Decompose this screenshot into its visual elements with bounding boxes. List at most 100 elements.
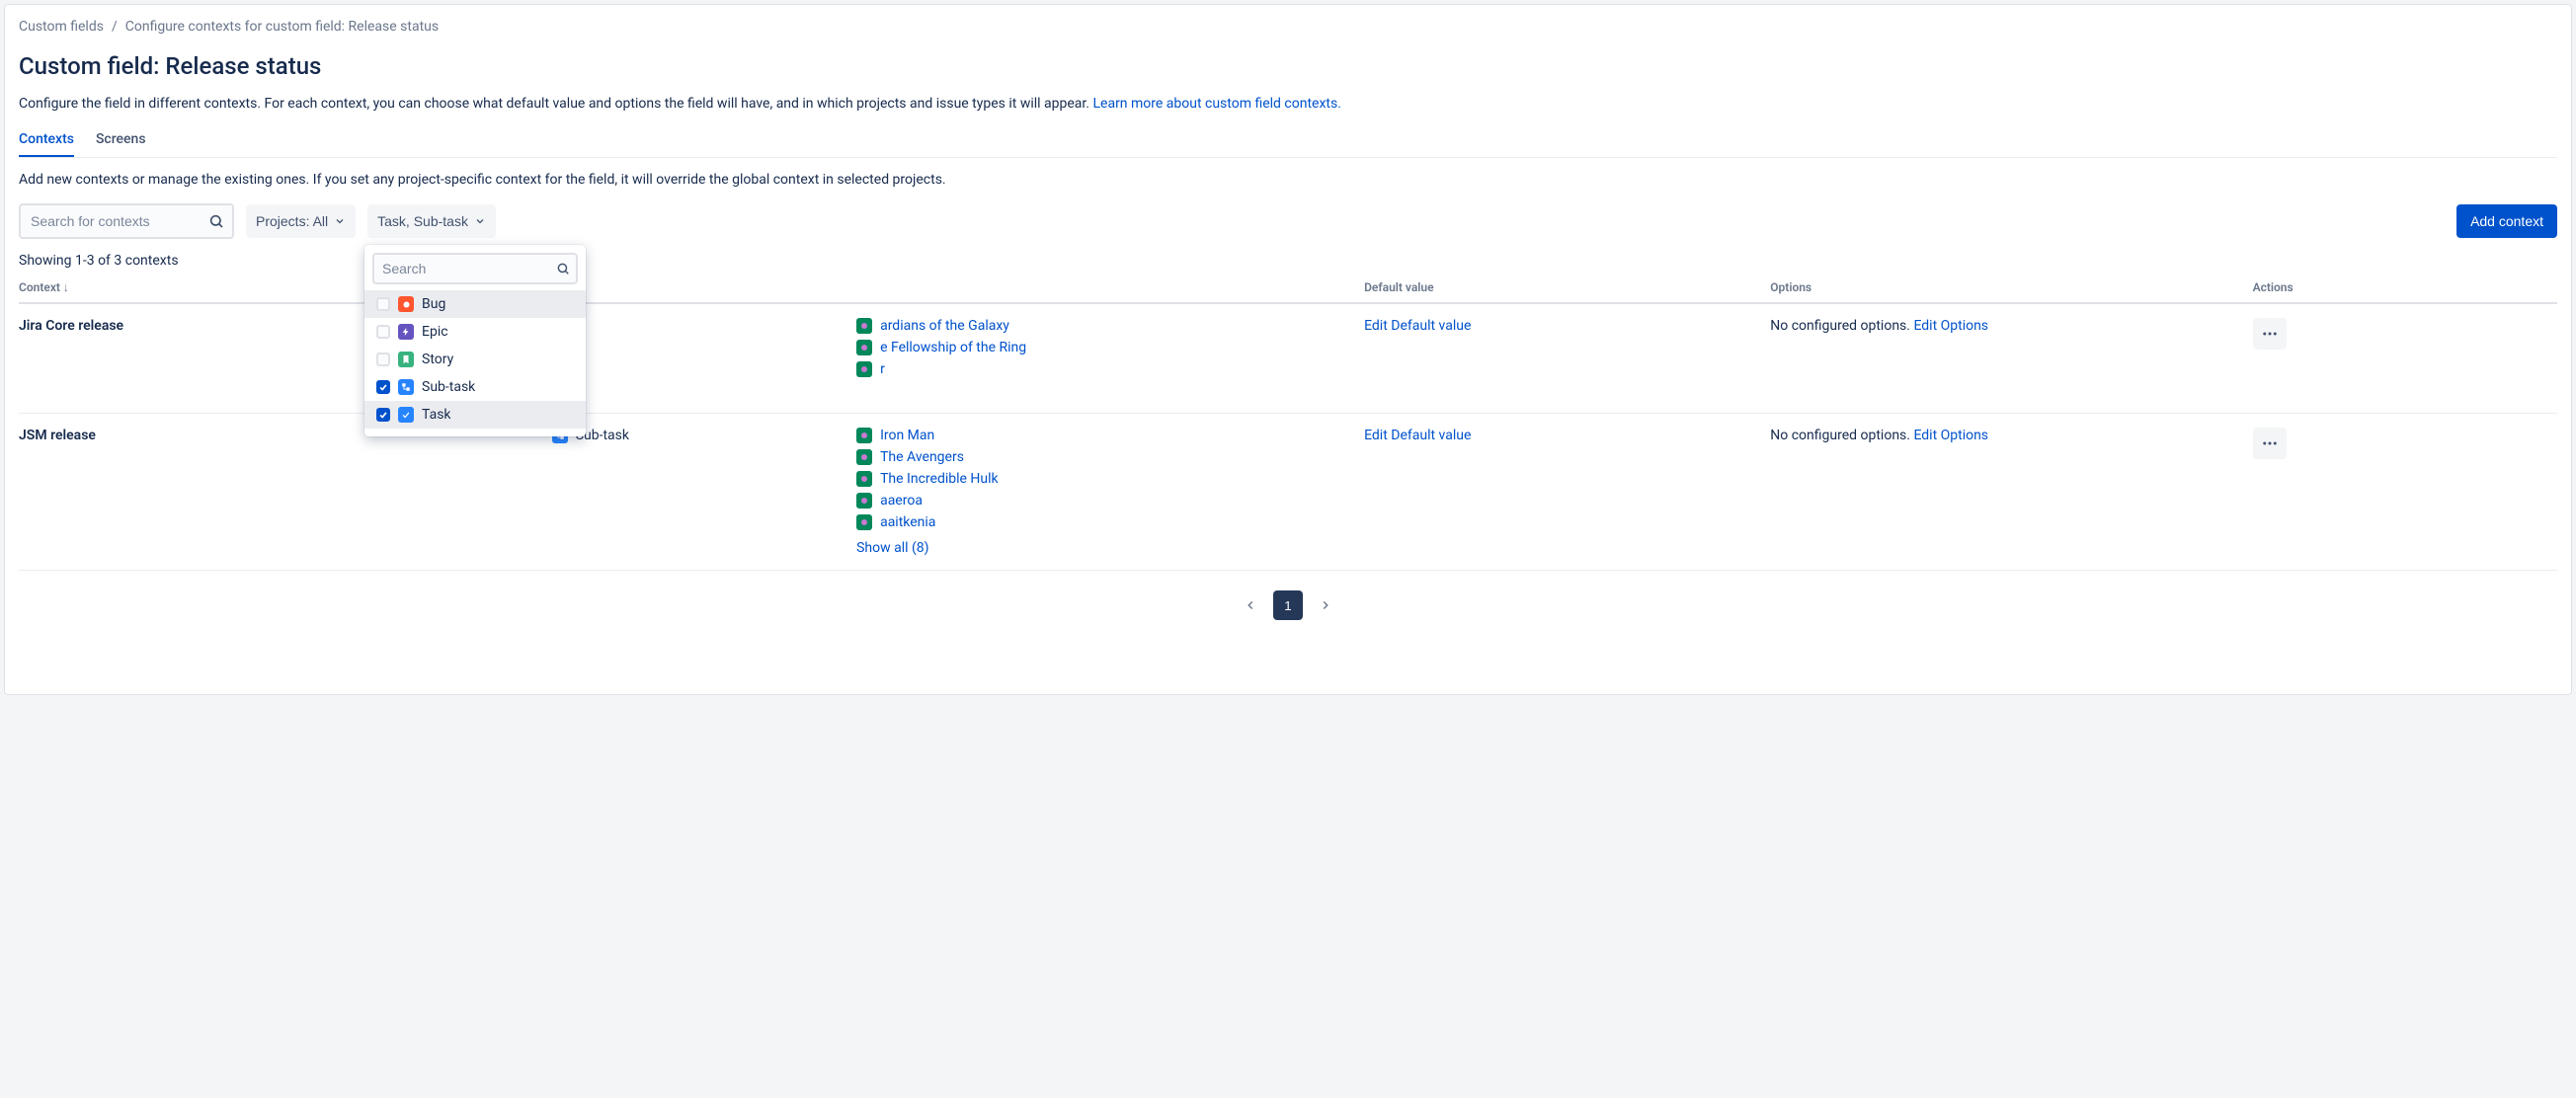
default-value-cell: Edit Default value: [1364, 303, 1770, 414]
project-link[interactable]: The Avengers: [880, 449, 964, 465]
actions-cell: [2253, 414, 2557, 571]
project-avatar-icon: [856, 318, 872, 334]
chevron-down-icon: [334, 215, 346, 227]
search-icon: [208, 213, 224, 229]
project-item: aaeroa: [856, 493, 1356, 509]
context-name: JSM release: [19, 414, 552, 571]
project-link[interactable]: ardians of the Galaxy: [880, 318, 1009, 334]
col-default-header[interactable]: Default value: [1364, 273, 1770, 303]
chevron-left-icon: [1244, 598, 1257, 612]
project-link[interactable]: aaeroa: [880, 493, 923, 509]
checkbox[interactable]: [376, 408, 390, 422]
project-item: The Avengers: [856, 449, 1356, 465]
project-link[interactable]: aaitkenia: [880, 514, 935, 530]
table-row: JSM releaseSub-task Iron Man The Avengers T…: [19, 414, 2557, 571]
issue-types-cell: Sub-task: [552, 414, 856, 571]
projects-cell: Iron Man The Avengers The Incredible Hulk a…: [856, 414, 1364, 571]
breadcrumb: Custom fields / Configure contexts for c…: [19, 19, 2557, 35]
breadcrumb-separator: /: [112, 19, 118, 35]
story-icon: [398, 352, 414, 367]
dropdown-item-label: Task: [422, 407, 451, 423]
col-issuetypes-header[interactable]: Is: [552, 273, 856, 303]
projects-filter-label: Projects: All: [256, 213, 328, 229]
project-avatar-icon: [856, 428, 872, 443]
issue-type-item: [552, 340, 848, 355]
project-avatar-icon: [856, 493, 872, 509]
checkbox[interactable]: [376, 297, 390, 311]
dropdown-item-label: Sub-task: [422, 379, 475, 395]
search-contexts-input[interactable]: [21, 213, 232, 229]
tab-screens[interactable]: Screens: [96, 125, 146, 157]
dropdown-item-label: Epic: [422, 324, 448, 340]
default-value-cell: Edit Default value: [1364, 414, 1770, 571]
pagination-next-button[interactable]: [1311, 590, 1340, 620]
learn-more-link[interactable]: Learn more about custom field contexts.: [1092, 96, 1340, 112]
show-all-link[interactable]: Show all (8): [856, 540, 1356, 556]
issuetypes-filter-button[interactable]: Task, Sub-task: [367, 204, 496, 238]
bug-icon: [398, 296, 414, 312]
epic-icon: [398, 324, 414, 340]
project-item: aaitkenia: [856, 514, 1356, 530]
project-avatar-icon: [856, 514, 872, 530]
project-item: r: [856, 361, 1356, 377]
dropdown-item-label: Bug: [422, 296, 445, 312]
project-avatar-icon: [856, 340, 872, 355]
tabs: Contexts Screens: [19, 125, 2557, 158]
dropdown-search-input[interactable]: [374, 261, 576, 276]
issue-type-item: [552, 318, 848, 334]
edit-default-value-link[interactable]: Edit Default value: [1364, 428, 1471, 443]
subtask-icon: [398, 379, 414, 395]
project-item: e Fellowship of the Ring: [856, 340, 1356, 355]
issue-type-item: [552, 361, 848, 377]
options-text: No configured options.: [1770, 428, 1913, 443]
col-options-header[interactable]: Options: [1770, 273, 2252, 303]
projects-filter-button[interactable]: Projects: All: [246, 204, 356, 238]
toolbar: Projects: All Task, Sub-task Add context…: [19, 203, 2557, 239]
row-actions-button[interactable]: [2253, 318, 2287, 350]
pagination-page-1[interactable]: 1: [1273, 590, 1303, 620]
edit-options-link[interactable]: Edit Options: [1913, 428, 1988, 443]
search-contexts-wrap: [19, 203, 234, 239]
more-icon: [2261, 434, 2279, 452]
dropdown-item-label: Story: [422, 352, 453, 367]
checkbox[interactable]: [376, 325, 390, 339]
add-context-button[interactable]: Add context: [2456, 204, 2557, 238]
dropdown-item-task[interactable]: Task: [364, 401, 586, 429]
chevron-right-icon: [1319, 598, 1332, 612]
dropdown-item-epic[interactable]: Epic: [364, 318, 586, 346]
project-link[interactable]: e Fellowship of the Ring: [880, 340, 1026, 355]
project-avatar-icon: [856, 471, 872, 487]
project-link[interactable]: Iron Man: [880, 428, 934, 443]
col-actions-header: Actions: [2253, 273, 2557, 303]
more-icon: [2261, 325, 2279, 343]
projects-cell: ardians of the Galaxy e Fellowship of the…: [856, 303, 1364, 414]
row-actions-button[interactable]: [2253, 428, 2287, 459]
options-cell: No configured options. Edit Options: [1770, 303, 2252, 414]
project-item: Iron Man: [856, 428, 1356, 443]
checkbox[interactable]: [376, 353, 390, 366]
edit-options-link[interactable]: Edit Options: [1913, 318, 1988, 334]
issue-types-cell: [552, 303, 856, 414]
task-icon: [398, 407, 414, 423]
project-link[interactable]: r: [880, 361, 885, 377]
project-item: ardians of the Galaxy: [856, 318, 1356, 334]
tab-contexts[interactable]: Contexts: [19, 125, 74, 157]
dropdown-item-bug[interactable]: Bug: [364, 290, 586, 318]
project-item: The Incredible Hulk: [856, 471, 1356, 487]
dropdown-item-story[interactable]: Story: [364, 346, 586, 373]
issuetypes-filter-label: Task, Sub-task: [377, 213, 468, 229]
project-link[interactable]: The Incredible Hulk: [880, 471, 999, 487]
col-projects-header[interactable]: [856, 273, 1364, 303]
edit-default-value-link[interactable]: Edit Default value: [1364, 318, 1471, 334]
project-avatar-icon: [856, 449, 872, 465]
breadcrumb-current: Configure contexts for custom field: Rel…: [125, 19, 439, 35]
page-description: Configure the field in different context…: [19, 96, 2557, 112]
issuetypes-dropdown: Bug Epic Story Sub-task Task: [364, 245, 586, 436]
breadcrumb-root-link[interactable]: Custom fields: [19, 19, 104, 35]
pagination-prev-button[interactable]: [1236, 590, 1265, 620]
description-text: Configure the field in different context…: [19, 96, 1092, 112]
checkbox[interactable]: [376, 380, 390, 394]
project-avatar-icon: [856, 361, 872, 377]
dropdown-item-sub-task[interactable]: Sub-task: [364, 373, 586, 401]
chevron-down-icon: [474, 215, 486, 227]
